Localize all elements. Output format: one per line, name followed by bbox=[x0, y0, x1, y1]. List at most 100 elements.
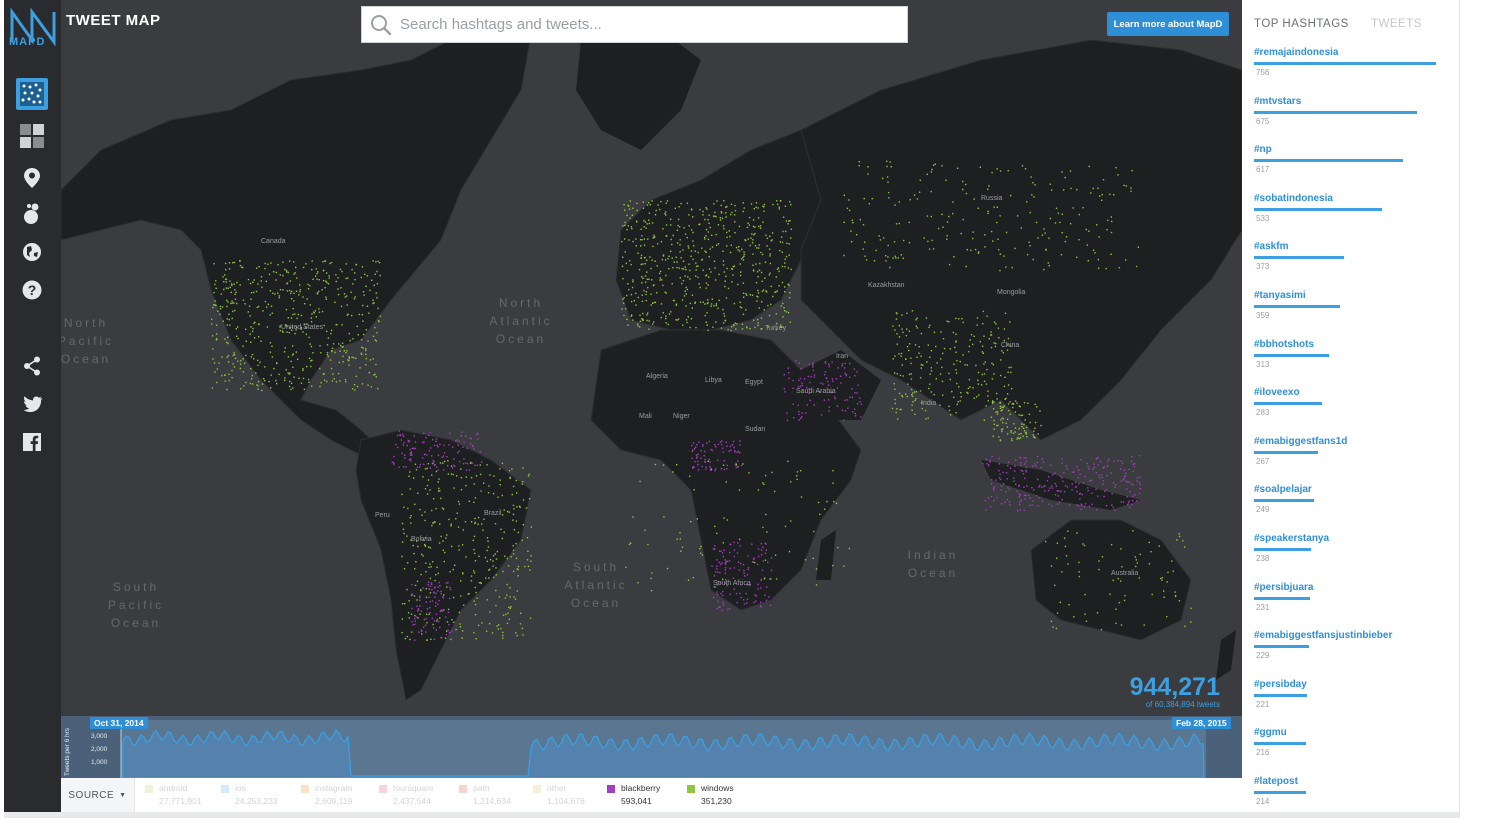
tweet-point bbox=[1125, 185, 1128, 187]
hashtag-item[interactable]: #bbhotshots 313 bbox=[1254, 339, 1454, 387]
hashtag-item[interactable]: #emabiggestfans1d 267 bbox=[1254, 436, 1454, 484]
source-item-foursquare[interactable]: foursquare 2,437,544 bbox=[379, 783, 455, 809]
tweet-point bbox=[985, 405, 987, 407]
world-map-canvas[interactable] bbox=[61, 0, 1242, 778]
timeline-start-date[interactable]: Oct 31, 2014 bbox=[90, 717, 148, 729]
point-map-button[interactable] bbox=[16, 78, 48, 110]
tweet-point bbox=[630, 226, 633, 228]
tweet-point bbox=[459, 623, 461, 625]
hashtag-name[interactable]: #persibjuara bbox=[1254, 582, 1454, 593]
hashtag-name[interactable]: #persibday bbox=[1254, 679, 1454, 690]
tweet-point bbox=[269, 290, 272, 292]
tweet-point bbox=[788, 243, 790, 245]
search-input[interactable] bbox=[400, 16, 880, 33]
hashtag-item[interactable]: #remajaindonesia 756 bbox=[1254, 47, 1454, 95]
source-item-path[interactable]: path 1,214,634 bbox=[459, 783, 535, 809]
hashtag-item[interactable]: #soalpelajar 249 bbox=[1254, 484, 1454, 532]
timeline-end-date[interactable]: Feb 28, 2015 bbox=[1172, 717, 1231, 729]
hashtag-item[interactable]: #askfm 373 bbox=[1254, 241, 1454, 289]
tweet-point bbox=[236, 302, 238, 305]
tweet-point bbox=[343, 293, 346, 295]
facebook-button[interactable] bbox=[16, 426, 48, 458]
source-item-instagram[interactable]: instagram 2,609,119 bbox=[301, 783, 377, 809]
source-item-blackberry[interactable]: blackberry 593,041 bbox=[607, 783, 683, 809]
tweet-point bbox=[699, 208, 701, 211]
hashtag-name[interactable]: #askfm bbox=[1254, 241, 1454, 252]
tweet-point bbox=[506, 583, 508, 586]
help-button[interactable]: ? bbox=[16, 274, 48, 306]
tweet-point bbox=[743, 207, 745, 209]
hashtag-item[interactable]: #iloveexo 283 bbox=[1254, 387, 1454, 435]
hashtag-name[interactable]: #tanyasimi bbox=[1254, 290, 1454, 301]
hashtag-item[interactable]: #ggmu 216 bbox=[1254, 727, 1454, 775]
tweet-point bbox=[966, 391, 968, 394]
hashtag-name[interactable]: #emabiggestfansjustinbieber bbox=[1254, 630, 1454, 641]
source-dropdown[interactable]: SOURCE ▼ bbox=[61, 778, 135, 812]
hashtag-name[interactable]: #emabiggestfans1d bbox=[1254, 436, 1454, 447]
hashtag-item[interactable]: #np 617 bbox=[1254, 144, 1454, 192]
tweet-point bbox=[1064, 484, 1067, 487]
world-map[interactable]: North Pacific Ocean North Atlantic Ocean… bbox=[61, 0, 1242, 778]
tweet-point bbox=[445, 582, 448, 584]
tweet-point bbox=[738, 225, 741, 228]
tweet-point bbox=[363, 333, 365, 336]
tweet-point bbox=[843, 254, 845, 257]
hashtag-item[interactable]: #speakerstanya 238 bbox=[1254, 533, 1454, 581]
tweet-point bbox=[299, 284, 301, 286]
tweet-point bbox=[1005, 266, 1007, 268]
hashtag-item[interactable]: #persibday 221 bbox=[1254, 679, 1454, 727]
timeline-chart[interactable] bbox=[61, 716, 1242, 779]
source-item-android[interactable]: android 27,771,901 bbox=[145, 783, 221, 809]
heatmap-button[interactable] bbox=[16, 120, 48, 152]
share-button[interactable] bbox=[16, 350, 48, 382]
hashtag-name[interactable]: #sobatindonesia bbox=[1254, 193, 1454, 204]
tab-tweets[interactable]: TWEETS bbox=[1371, 18, 1422, 30]
source-item-ios[interactable]: ios 24,253,233 bbox=[221, 783, 297, 809]
tweet-point bbox=[796, 475, 798, 477]
twitter-button[interactable] bbox=[16, 388, 48, 420]
tweet-point bbox=[1020, 464, 1022, 466]
tweet-point bbox=[856, 371, 858, 373]
hashtag-name[interactable]: #bbhotshots bbox=[1254, 339, 1454, 350]
search-box[interactable] bbox=[361, 6, 908, 43]
hashtag-name[interactable]: #ggmu bbox=[1254, 727, 1454, 738]
hashtag-name[interactable]: #latepost bbox=[1254, 776, 1454, 787]
learn-more-button[interactable]: Learn more about MapD bbox=[1107, 12, 1229, 36]
tweet-point bbox=[990, 334, 992, 336]
tweet-point bbox=[1095, 458, 1097, 460]
tweet-point bbox=[873, 260, 876, 262]
hashtag-item[interactable]: #persibjuara 231 bbox=[1254, 582, 1454, 630]
hashtag-item[interactable]: #tanyasimi 359 bbox=[1254, 290, 1454, 338]
tweet-point bbox=[857, 384, 859, 386]
source-item-other[interactable]: other 1,104,678 bbox=[533, 783, 609, 809]
tweet-point bbox=[764, 261, 767, 263]
tweet-point bbox=[416, 466, 419, 468]
bubble-button[interactable] bbox=[16, 198, 48, 230]
tweet-point bbox=[730, 449, 732, 452]
hashtag-name[interactable]: #np bbox=[1254, 144, 1454, 155]
tweet-point bbox=[717, 443, 720, 446]
hashtag-item[interactable]: #mtvstars 675 bbox=[1254, 96, 1454, 144]
hashtag-item[interactable]: #emabiggestfansjustinbieber 229 bbox=[1254, 630, 1454, 678]
source-dropdown-label: SOURCE bbox=[68, 789, 115, 801]
tweet-point bbox=[512, 549, 515, 552]
hashtag-name[interactable]: #mtvstars bbox=[1254, 96, 1454, 107]
source-item-windows[interactable]: windows 351,230 bbox=[687, 783, 763, 809]
hashtag-name[interactable]: #iloveexo bbox=[1254, 387, 1454, 398]
timeline-svg[interactable] bbox=[61, 716, 1242, 779]
tweet-point bbox=[443, 560, 445, 563]
tweet-point bbox=[1190, 607, 1192, 609]
hashtag-name[interactable]: #remajaindonesia bbox=[1254, 47, 1454, 58]
hashtag-name[interactable]: #speakerstanya bbox=[1254, 533, 1454, 544]
location-pin-button[interactable] bbox=[16, 162, 48, 194]
globe-button[interactable] bbox=[16, 236, 48, 268]
tweet-point bbox=[1086, 244, 1088, 246]
tweet-point bbox=[1020, 433, 1022, 435]
tweet-point bbox=[430, 582, 433, 584]
tweet-point bbox=[639, 480, 641, 483]
hashtag-item[interactable]: #sobatindonesia 533 bbox=[1254, 193, 1454, 241]
hashtag-name[interactable]: #soalpelajar bbox=[1254, 484, 1454, 495]
tab-top-hashtags[interactable]: TOP HASHTAGS bbox=[1254, 18, 1349, 30]
tweet-point bbox=[1011, 438, 1013, 440]
tweet-point bbox=[1000, 410, 1002, 412]
